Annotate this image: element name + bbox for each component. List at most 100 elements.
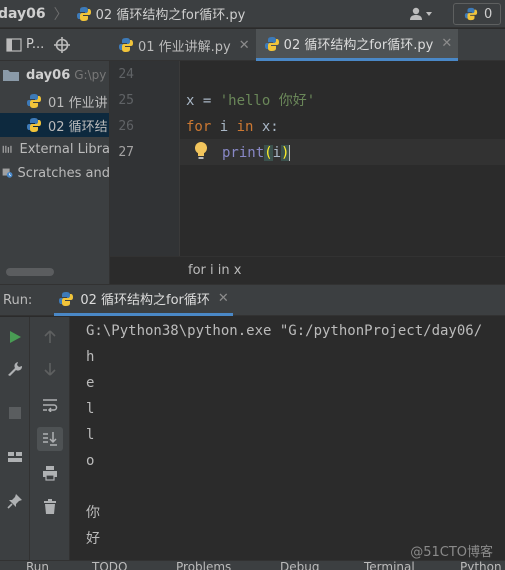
code-token: i (272, 145, 282, 161)
run-toolbar-primary (0, 317, 30, 560)
console-line: 你 (86, 505, 100, 521)
bottom-tab-python-console[interactable]: Python (460, 561, 502, 570)
code-breadcrumb[interactable]: for i in x (110, 256, 505, 284)
stop-icon (9, 407, 21, 419)
tree-item-path: G:\py (74, 68, 107, 82)
run-tab[interactable]: 02 循环结构之for循环 ✕ (54, 284, 233, 316)
project-panel-icon (6, 37, 22, 52)
python-icon (464, 7, 478, 21)
tab-file-02[interactable]: 02 循环结构之for循环.py ✕ (255, 29, 459, 61)
clear-output-button[interactable] (37, 495, 63, 519)
close-icon[interactable]: ✕ (239, 38, 250, 53)
bottom-tab-problems[interactable]: Problems (176, 561, 231, 570)
tree-item-label: External Libra (19, 141, 110, 157)
code-token: i (211, 119, 237, 135)
console-line: h (86, 349, 95, 365)
scroll-to-end-button[interactable] (37, 427, 63, 451)
arrow-up-icon (44, 330, 56, 343)
code-token: x: (253, 119, 279, 135)
soft-wrap-icon (43, 399, 58, 412)
bottom-tab-terminal[interactable]: Terminal (364, 561, 415, 570)
console-line: o (86, 453, 95, 469)
scratches-icon (2, 168, 13, 178)
line-number: 26 (118, 119, 134, 134)
scroll-up-button[interactable] (37, 325, 63, 349)
tree-horizontal-scrollbar[interactable] (6, 268, 54, 276)
tree-item-label: 01 作业讲 (48, 95, 108, 111)
tab-file-01[interactable]: 01 作业讲解.py ✕ (110, 29, 256, 61)
project-panel-title[interactable]: P... (26, 37, 44, 52)
interpreter-label: 0 (484, 6, 493, 22)
code-token-builtin: print (222, 145, 265, 161)
run-panel-label: Run: (3, 292, 33, 308)
rerun-button[interactable] (2, 325, 28, 349)
printer-icon (43, 466, 57, 481)
tab-label: 02 循环结构之for循环.py (283, 38, 434, 53)
tree-item-external-libraries[interactable]: External Libra (0, 137, 110, 161)
code-breadcrumb-label: for i in x (188, 263, 242, 278)
settings-button[interactable] (2, 357, 28, 381)
python-icon (59, 291, 74, 306)
run-tab-label: 02 循环结构之for循环 (80, 293, 210, 308)
run-console[interactable]: G:\Python38\python.exe "G:/pythonProject… (70, 317, 505, 560)
tree-item-file-01[interactable]: 01 作业讲 (0, 89, 109, 113)
trash-icon (44, 499, 56, 514)
tree-item-label: Scratches and (17, 165, 110, 181)
account-button[interactable] (403, 3, 439, 25)
breadcrumb-file-label: 02 循环结构之for循环.py (95, 8, 246, 23)
breadcrumb-separator: 〉 (53, 6, 68, 23)
print-button[interactable] (37, 461, 63, 485)
close-icon[interactable]: ✕ (441, 36, 452, 51)
breadcrumb-project[interactable]: day06 (0, 6, 46, 22)
bottom-tab-todo[interactable]: TODO (92, 561, 127, 570)
code-token-keyword: in (236, 119, 254, 135)
breadcrumb-file[interactable]: 02 循环结构之for循环.py (76, 4, 246, 23)
console-line: l (86, 427, 95, 443)
tree-item-label: 02 循环结 (48, 119, 108, 135)
code-line: x = 'hello 你好' (186, 88, 315, 114)
code-token-string: 'hello 你好' (219, 93, 316, 109)
close-icon[interactable]: ✕ (218, 291, 229, 306)
tree-item-file-02[interactable]: 02 循环结 (0, 113, 109, 137)
console-line: l (86, 401, 95, 417)
console-line: e (86, 375, 95, 391)
run-panel-header: Run: 02 循环结构之for循环 ✕ (0, 284, 505, 316)
line-number: 24 (118, 67, 134, 82)
user-icon (410, 7, 432, 20)
tab-label: 01 作业讲解.py (138, 39, 231, 55)
layout-button[interactable] (2, 445, 28, 469)
pin-button[interactable] (2, 489, 28, 513)
scroll-to-end-icon (43, 432, 57, 446)
console-line: G:\Python38\python.exe "G:/pythonProject… (86, 323, 483, 339)
lightbulb-icon[interactable] (194, 141, 208, 161)
pin-icon (7, 494, 22, 509)
python-file-icon (76, 6, 91, 21)
play-icon (10, 331, 21, 343)
python-file-icon (27, 118, 41, 132)
editor-tabs: 01 作业讲解.py ✕ 02 循环结构之for循环.py ✕ (110, 29, 505, 61)
bottom-toolbar: Run TODO Problems Debug Terminal Python (0, 560, 505, 570)
interpreter-selector[interactable]: 0 (453, 3, 501, 25)
layout-icon (8, 452, 22, 462)
tree-item-label: day06 (26, 67, 71, 83)
code-token-paren: ) (281, 145, 290, 161)
code-token: x = (186, 93, 220, 109)
tree-item-project-root[interactable]: day06 G:\py (0, 63, 109, 87)
editor-gutter: 24 25 26 27 (110, 61, 180, 256)
line-number: 27 (118, 145, 134, 160)
bottom-tab-run[interactable]: Run (26, 561, 49, 570)
bottom-tab-debug[interactable]: Debug (280, 561, 319, 570)
navbar-actions: 0 (403, 0, 505, 28)
soft-wrap-button[interactable] (37, 393, 63, 417)
code-token-paren: ( (264, 145, 273, 161)
line-number: 25 (118, 93, 134, 108)
scroll-down-button[interactable] (37, 357, 63, 381)
tree-item-scratches[interactable]: Scratches and (0, 161, 110, 185)
text-caret (289, 145, 291, 161)
locate-file-icon[interactable] (54, 36, 71, 53)
folder-icon (3, 70, 19, 81)
stop-button[interactable] (2, 401, 28, 425)
python-file-icon (119, 38, 133, 52)
arrow-down-icon (44, 363, 56, 376)
code-editor[interactable]: x = 'hello 你好' for i in x: print(i) (180, 61, 505, 256)
